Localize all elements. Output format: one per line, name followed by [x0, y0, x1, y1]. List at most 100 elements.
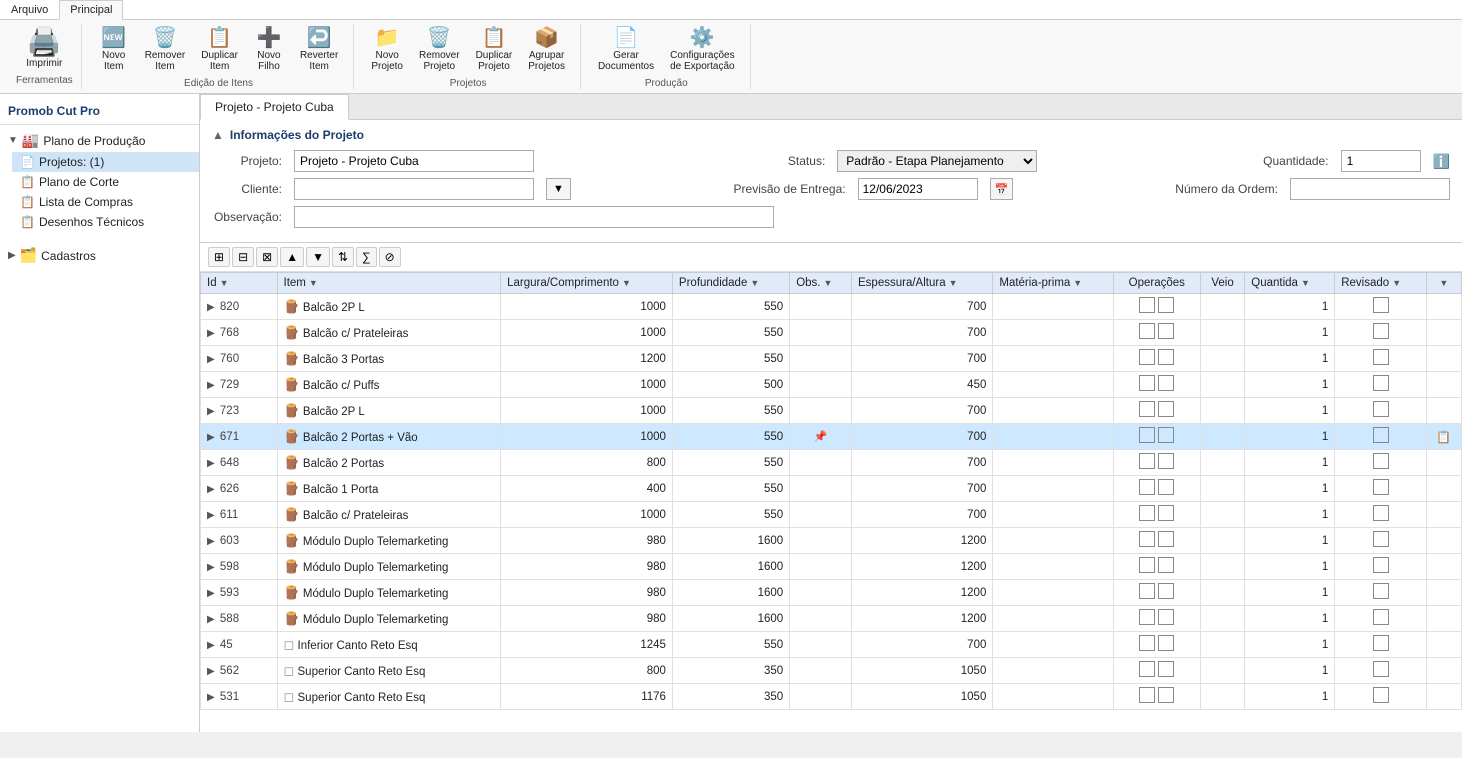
filter-revisado[interactable]: ▼ — [1392, 278, 1401, 288]
content-tab-projeto[interactable]: Projeto - Projeto Cuba — [200, 94, 349, 120]
table-row[interactable]: ▶ 603 🪵 Módulo Duplo Telemarketing 980 1… — [201, 528, 1462, 554]
checkbox-op1[interactable] — [1139, 401, 1155, 417]
row-expand-btn[interactable]: ▶ — [207, 562, 215, 573]
checkbox-op2[interactable] — [1158, 297, 1174, 313]
checkbox-op2[interactable] — [1158, 427, 1174, 443]
btn-imprimir[interactable]: 🖨️ Imprimir — [19, 24, 69, 73]
checkbox-op2[interactable] — [1158, 401, 1174, 417]
checkbox-op2[interactable] — [1158, 583, 1174, 599]
btn-duplicar-projeto[interactable]: 📋 DuplicarProjeto — [469, 24, 520, 76]
checkbox-revisado[interactable] — [1373, 427, 1389, 443]
filter-obs[interactable]: ▼ — [823, 278, 832, 288]
checkbox-op2[interactable] — [1158, 323, 1174, 339]
table-row[interactable]: ▶ 588 🪵 Módulo Duplo Telemarketing 980 1… — [201, 606, 1462, 632]
checkbox-op2[interactable] — [1158, 661, 1174, 677]
checkbox-op1[interactable] — [1139, 427, 1155, 443]
table-row[interactable]: ▶ 611 🪵 Balcão c/ Prateleiras 1000 550 7… — [201, 502, 1462, 528]
toolbar-btn-sum[interactable]: ∑ — [356, 247, 377, 267]
checkbox-revisado[interactable] — [1373, 687, 1389, 703]
row-expand-btn[interactable]: ▶ — [207, 302, 215, 313]
sidebar-item-cadastros[interactable]: ▶ 🗂️ Cadastros — [0, 244, 199, 267]
table-row[interactable]: ▶ 671 🪵 Balcão 2 Portas + Vão 1000 550 📌… — [201, 424, 1462, 450]
checkbox-revisado[interactable] — [1373, 349, 1389, 365]
table-row[interactable]: ▶ 45 ◻ Inferior Canto Reto Esq 1245 550 … — [201, 632, 1462, 658]
checkbox-op1[interactable] — [1139, 635, 1155, 651]
table-row[interactable]: ▶ 760 🪵 Balcão 3 Portas 1200 550 700 1 — [201, 346, 1462, 372]
checkbox-op2[interactable] — [1158, 531, 1174, 547]
dropdown-btn-cliente[interactable]: ▼ — [546, 178, 571, 200]
checkbox-revisado[interactable] — [1373, 375, 1389, 391]
tab-principal[interactable]: Principal — [59, 0, 123, 20]
btn-novo-filho[interactable]: ➕ NovoFilho — [247, 24, 291, 76]
tab-arquivo[interactable]: Arquivo — [0, 0, 59, 19]
row-expand-btn[interactable]: ▶ — [207, 510, 215, 521]
filter-profundidade[interactable]: ▼ — [750, 278, 759, 288]
btn-remover-item[interactable]: 🗑️ RemoverItem — [138, 24, 193, 76]
checkbox-op1[interactable] — [1139, 609, 1155, 625]
btn-agrupar-projetos[interactable]: 📦 AgruparProjetos — [521, 24, 572, 76]
checkbox-op1[interactable] — [1139, 349, 1155, 365]
checkbox-op1[interactable] — [1139, 505, 1155, 521]
input-quantidade[interactable] — [1341, 150, 1421, 172]
checkbox-op2[interactable] — [1158, 687, 1174, 703]
filter-extra[interactable]: ▼ — [1439, 278, 1448, 288]
sidebar-item-lista-compras[interactable]: 📋 Lista de Compras — [12, 192, 199, 212]
table-row[interactable]: ▶ 531 ◻ Superior Canto Reto Esq 1176 350… — [201, 684, 1462, 710]
filter-quantidade[interactable]: ▼ — [1301, 278, 1310, 288]
sidebar-item-desenhos-tecnicos[interactable]: 📋 Desenhos Técnicos — [12, 212, 199, 232]
checkbox-op2[interactable] — [1158, 505, 1174, 521]
checkbox-revisado[interactable] — [1373, 297, 1389, 313]
checkbox-op1[interactable] — [1139, 687, 1155, 703]
filter-item[interactable]: ▼ — [309, 278, 318, 288]
sidebar-item-projetos[interactable]: 📄 Projetos: (1) — [12, 152, 199, 172]
checkbox-revisado[interactable] — [1373, 479, 1389, 495]
row-expand-btn[interactable]: ▶ — [207, 692, 215, 703]
checkbox-revisado[interactable] — [1373, 323, 1389, 339]
checkbox-op2[interactable] — [1158, 375, 1174, 391]
row-expand-btn[interactable]: ▶ — [207, 406, 215, 417]
input-observacao[interactable] — [294, 206, 774, 228]
toolbar-btn-down[interactable]: ▼ — [306, 247, 330, 267]
checkbox-op2[interactable] — [1158, 479, 1174, 495]
checkbox-op1[interactable] — [1139, 297, 1155, 313]
checkbox-op2[interactable] — [1158, 635, 1174, 651]
table-row[interactable]: ▶ 723 🪵 Balcão 2P L 1000 550 700 1 — [201, 398, 1462, 424]
toolbar-btn-sort[interactable]: ⇅ — [332, 247, 354, 267]
checkbox-op1[interactable] — [1139, 661, 1155, 677]
checkbox-revisado[interactable] — [1373, 505, 1389, 521]
checkbox-revisado[interactable] — [1373, 531, 1389, 547]
btn-novo-projeto[interactable]: 📁 NovoProjeto — [364, 24, 410, 76]
checkbox-op1[interactable] — [1139, 583, 1155, 599]
row-expand-btn[interactable]: ▶ — [207, 328, 215, 339]
row-expand-btn[interactable]: ▶ — [207, 432, 215, 443]
toolbar-btn-grid2[interactable]: ⊟ — [232, 247, 254, 267]
select-status[interactable]: Padrão - Etapa Planejamento — [837, 150, 1037, 172]
input-cliente[interactable] — [294, 178, 534, 200]
filter-id[interactable]: ▼ — [220, 278, 229, 288]
checkbox-revisado[interactable] — [1373, 583, 1389, 599]
row-expand-btn[interactable]: ▶ — [207, 380, 215, 391]
checkbox-revisado[interactable] — [1373, 635, 1389, 651]
checkbox-op2[interactable] — [1158, 609, 1174, 625]
row-expand-btn[interactable]: ▶ — [207, 614, 215, 625]
table-row[interactable]: ▶ 562 ◻ Superior Canto Reto Esq 800 350 … — [201, 658, 1462, 684]
table-row[interactable]: ▶ 820 🪵 Balcão 2P L 1000 550 700 1 — [201, 294, 1462, 320]
btn-novo-item[interactable]: 🆕 NovoItem — [92, 24, 136, 76]
table-row[interactable]: ▶ 626 🪵 Balcão 1 Porta 400 550 700 1 — [201, 476, 1462, 502]
toolbar-btn-grid3[interactable]: ⊠ — [256, 247, 278, 267]
table-row[interactable]: ▶ 768 🪵 Balcão c/ Prateleiras 1000 550 7… — [201, 320, 1462, 346]
row-expand-btn[interactable]: ▶ — [207, 588, 215, 599]
calendar-btn[interactable]: 📅 — [990, 178, 1014, 200]
toolbar-btn-up[interactable]: ▲ — [280, 247, 304, 267]
sidebar-item-plano-corte[interactable]: 📋 Plano de Corte — [12, 172, 199, 192]
btn-reverter-item[interactable]: ↩️ ReverterItem — [293, 24, 345, 76]
input-previsao[interactable] — [858, 178, 978, 200]
checkbox-op2[interactable] — [1158, 557, 1174, 573]
row-expand-btn[interactable]: ▶ — [207, 354, 215, 365]
checkbox-op1[interactable] — [1139, 453, 1155, 469]
toolbar-btn-filter[interactable]: ⊘ — [379, 247, 401, 267]
row-expand-btn[interactable]: ▶ — [207, 484, 215, 495]
checkbox-op1[interactable] — [1139, 479, 1155, 495]
input-projeto[interactable] — [294, 150, 534, 172]
btn-remover-projeto[interactable]: 🗑️ RemoverProjeto — [412, 24, 467, 76]
